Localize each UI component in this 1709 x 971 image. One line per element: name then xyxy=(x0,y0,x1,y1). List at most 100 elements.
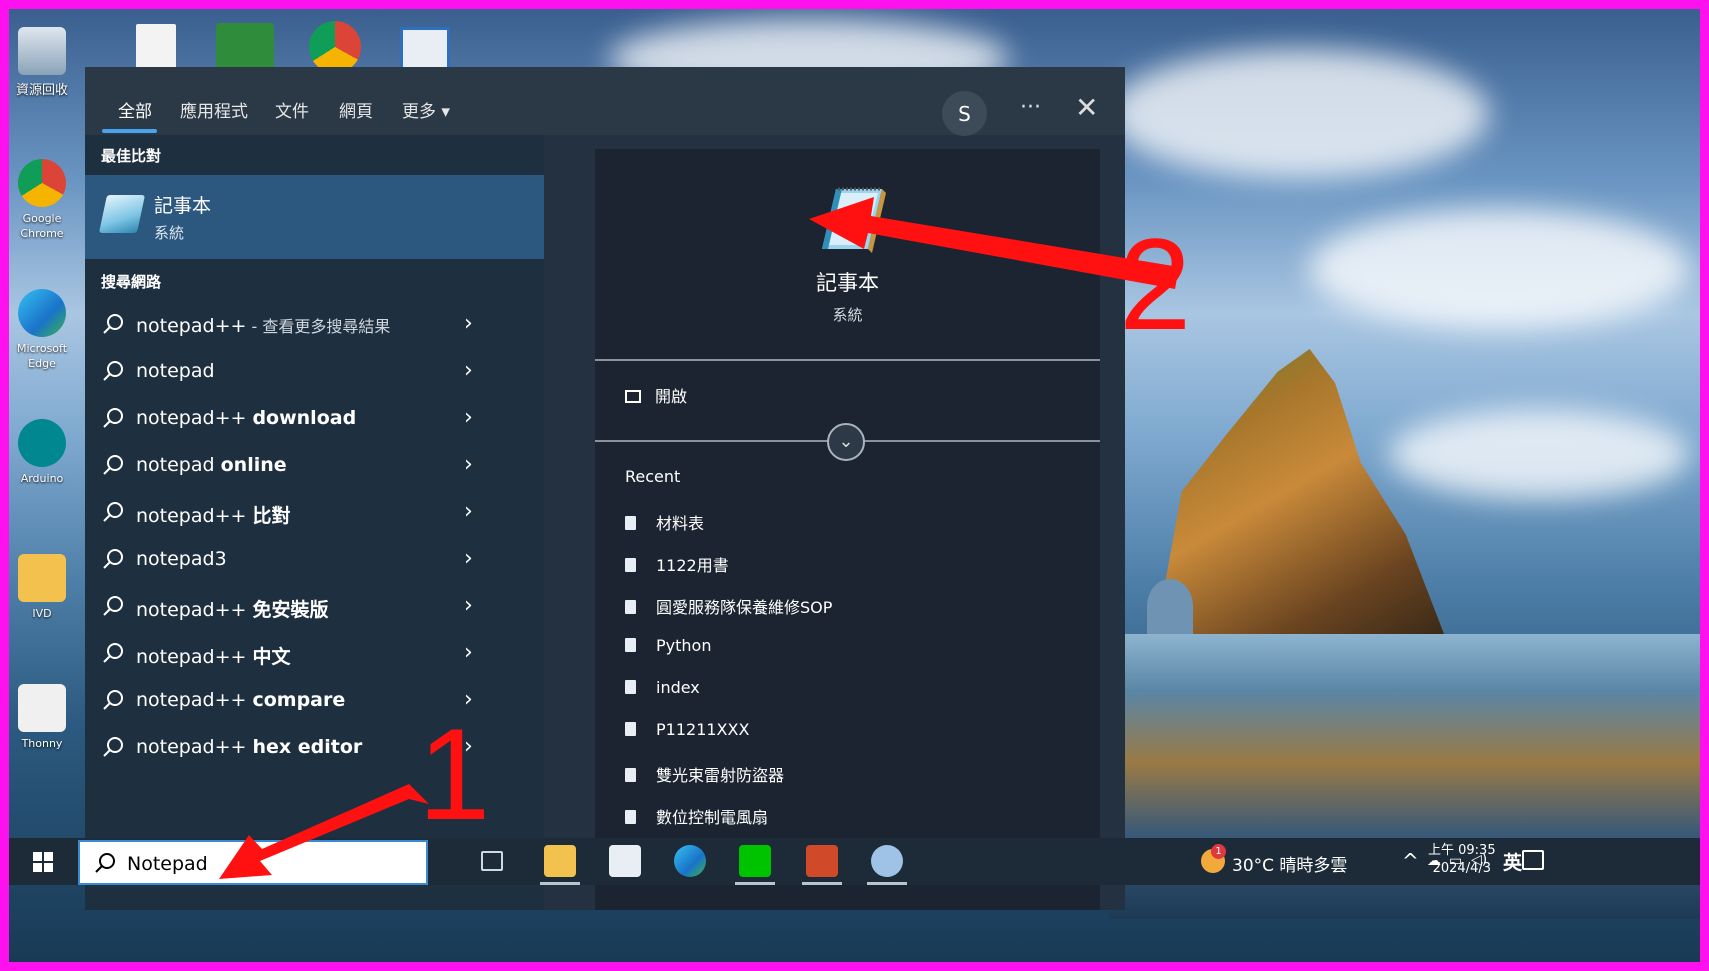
web-result-text: notepad++ hex editor xyxy=(136,736,363,758)
clock-date: 2024/4/3 xyxy=(1432,861,1491,876)
chevron-right-icon: › xyxy=(464,499,473,524)
weather-icon[interactable]: 1 xyxy=(1201,844,1226,873)
desktop-icon-label: Google Chrome xyxy=(20,212,64,240)
document-icon xyxy=(625,768,636,782)
web-result-row[interactable]: notepad online › xyxy=(85,444,544,488)
tab-documents[interactable]: 文件 xyxy=(275,97,309,122)
desktop-icon-arduino[interactable]: Arduino xyxy=(9,419,77,486)
rock-arch xyxy=(1147,579,1193,634)
web-result-row[interactable]: notepad++ - 查看更多搜尋結果 › xyxy=(85,303,544,347)
tab-apps[interactable]: 應用程式 xyxy=(180,97,248,122)
close-icon[interactable]: ✕ xyxy=(1075,91,1098,124)
web-result-row[interactable]: notepad++ 比對 › xyxy=(85,491,544,535)
web-result-row[interactable]: notepad++ 中文 › xyxy=(85,632,544,676)
search-icon xyxy=(103,502,123,522)
best-match-name: 記事本 xyxy=(154,195,212,217)
recent-item-label: P11211XXX xyxy=(656,720,750,739)
chrome-icon[interactable] xyxy=(309,21,361,73)
recent-item[interactable]: 數位控制電風扇 xyxy=(625,804,768,828)
document-icon xyxy=(625,516,636,530)
edge-icon xyxy=(18,289,66,337)
store-icon[interactable] xyxy=(609,845,641,877)
desktop-icon-label: IVD xyxy=(32,607,52,620)
thonny-icon xyxy=(18,684,66,732)
taskbar: Notepad 1 30°C 晴時多雲 ^ ☁ ▭ ◁) 英 上午 09:35 … xyxy=(9,838,1700,885)
folder-icon xyxy=(18,554,66,602)
recent-item-label: index xyxy=(656,678,700,697)
open-action[interactable]: 開啟 xyxy=(625,383,687,407)
web-result-row[interactable]: notepad++ download › xyxy=(85,397,544,441)
recent-item[interactable]: Python xyxy=(625,636,711,655)
desktop-icon-chrome[interactable]: Google Chrome xyxy=(9,159,77,241)
best-match-item[interactable]: 記事本 系統 xyxy=(85,175,544,259)
recent-item[interactable]: 圓愛服務隊保養維修SOP xyxy=(625,594,832,618)
desktop-icon-label: Microsoft Edge xyxy=(16,342,68,370)
recent-item[interactable]: index xyxy=(625,678,700,697)
search-tabs: 全部 應用程式 文件 網頁 更多 ▾ S ··· ✕ xyxy=(85,67,1125,136)
web-result-row[interactable]: notepad3 › xyxy=(85,538,544,582)
window-app-icon[interactable] xyxy=(400,27,450,71)
tab-all[interactable]: 全部 xyxy=(118,97,152,122)
desktop-icon-folder[interactable]: IVD xyxy=(9,554,77,621)
line-icon[interactable] xyxy=(735,845,775,885)
web-result-text: notepad++ 免安裝版 xyxy=(136,599,329,621)
expand-chevron-icon[interactable]: ⌄ xyxy=(827,423,865,461)
document-icon xyxy=(625,680,636,694)
recent-item[interactable]: 雙光束雷射防盜器 xyxy=(625,762,784,786)
powerpoint-icon[interactable] xyxy=(802,845,842,885)
search-icon xyxy=(103,455,123,475)
recent-item[interactable]: 材料表 xyxy=(625,510,704,534)
desktop-icon-label: Thonny xyxy=(21,737,63,750)
web-result-text: notepad xyxy=(136,360,215,382)
input-method-indicator[interactable]: 英 xyxy=(1503,848,1522,875)
weather-text[interactable]: 30°C 晴時多雲 xyxy=(1232,851,1347,876)
task-view-icon[interactable] xyxy=(481,851,503,871)
chevron-right-icon: › xyxy=(464,452,473,477)
document-icon xyxy=(625,722,636,736)
desktop-icon-label: Arduino xyxy=(20,472,64,485)
search-icon xyxy=(103,408,123,428)
best-match-header: 最佳比對 xyxy=(101,147,162,165)
notepad-icon xyxy=(822,187,886,253)
search-icon xyxy=(103,690,123,710)
chevron-right-icon: › xyxy=(464,311,473,336)
recent-item[interactable]: 1122用書 xyxy=(625,552,729,576)
annotation-number-2: 2 xyxy=(1119,211,1192,357)
edge-icon[interactable] xyxy=(674,845,706,877)
desktop-icon-recycle-bin[interactable]: 資源回收 xyxy=(9,27,77,98)
paint-icon[interactable] xyxy=(867,845,907,885)
document-icon xyxy=(625,810,636,824)
open-in-new-icon xyxy=(625,390,641,403)
document-icon xyxy=(625,600,636,614)
weather-badge: 1 xyxy=(1211,844,1226,859)
clock-time: 上午 09:35 xyxy=(1428,843,1496,858)
recent-item[interactable]: P11211XXX xyxy=(625,720,749,739)
chevron-right-icon: › xyxy=(464,593,473,618)
web-result-row[interactable]: notepad++ 免安裝版 › xyxy=(85,585,544,629)
more-options-icon[interactable]: ··· xyxy=(1020,95,1041,120)
web-result-text: notepad++ compare xyxy=(136,689,346,711)
web-result-text: notepad++ download xyxy=(136,407,357,429)
taskbar-search-value: Notepad xyxy=(127,853,208,875)
web-result-text: notepad++ 中文 xyxy=(136,646,291,668)
open-label: 開啟 xyxy=(655,387,688,406)
recent-header: Recent xyxy=(625,467,681,486)
web-result-row[interactable]: notepad › xyxy=(85,350,544,394)
file-explorer-icon[interactable] xyxy=(540,845,580,885)
account-avatar[interactable]: S xyxy=(942,91,987,136)
desktop-icon-thonny[interactable]: Thonny xyxy=(9,684,77,751)
notification-icon[interactable] xyxy=(1522,850,1544,870)
desktop-icon-label: 資源回收 xyxy=(15,83,68,98)
search-icon xyxy=(103,643,123,663)
clock[interactable]: 上午 09:35 2024/4/3 xyxy=(1428,842,1496,878)
circuit-board-icon[interactable] xyxy=(216,23,274,71)
start-button[interactable] xyxy=(9,838,76,885)
chevron-up-icon[interactable]: ^ xyxy=(1402,849,1419,873)
tab-web[interactable]: 網頁 xyxy=(339,97,373,122)
desktop-icon-edge[interactable]: Microsoft Edge xyxy=(9,289,77,371)
taskbar-search-input[interactable]: Notepad xyxy=(78,840,428,885)
file-icon[interactable] xyxy=(136,24,176,72)
recent-item-label: 1122用書 xyxy=(656,556,729,575)
chevron-right-icon: › xyxy=(464,358,473,383)
tab-more[interactable]: 更多 ▾ xyxy=(402,97,450,122)
